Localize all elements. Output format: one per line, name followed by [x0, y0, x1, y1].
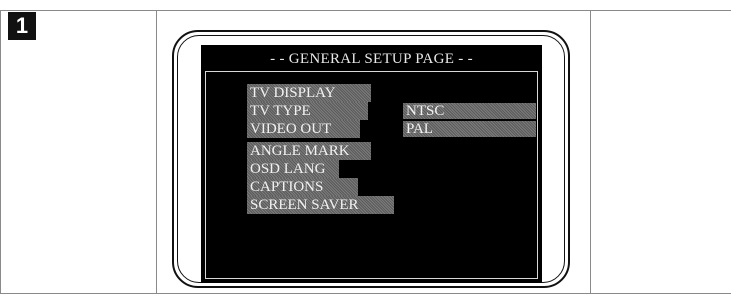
menu-item-osd-lang[interactable]: OSD LANG: [247, 160, 339, 178]
option-ntsc[interactable]: NTSC: [403, 103, 536, 119]
menu-item-tv-display[interactable]: TV DISPLAY: [247, 84, 371, 102]
osd-screen: - - GENERAL SETUP PAGE - - TV DISPLAY TV…: [201, 45, 542, 283]
menu-item-captions[interactable]: CAPTIONS: [247, 178, 358, 196]
menu-item-screen-saver[interactable]: SCREEN SAVER: [247, 196, 394, 214]
step-number-badge: 1: [8, 12, 36, 40]
bottom-rule: [0, 293, 731, 294]
column-divider-middle: [156, 10, 157, 294]
option-pal[interactable]: PAL: [403, 121, 536, 137]
menu-item-angle-mark[interactable]: ANGLE MARK: [247, 142, 371, 160]
column-divider-left: [0, 10, 1, 294]
menu-item-video-out[interactable]: VIDEO OUT: [247, 120, 360, 138]
top-rule: [0, 10, 731, 11]
osd-page-title: - - GENERAL SETUP PAGE - -: [270, 51, 473, 67]
menu-item-tv-type[interactable]: TV TYPE: [247, 102, 368, 120]
osd-menu-panel: TV DISPLAY TV TYPE VIDEO OUT ANGLE MARK …: [205, 71, 538, 279]
column-divider-right: [590, 10, 591, 294]
